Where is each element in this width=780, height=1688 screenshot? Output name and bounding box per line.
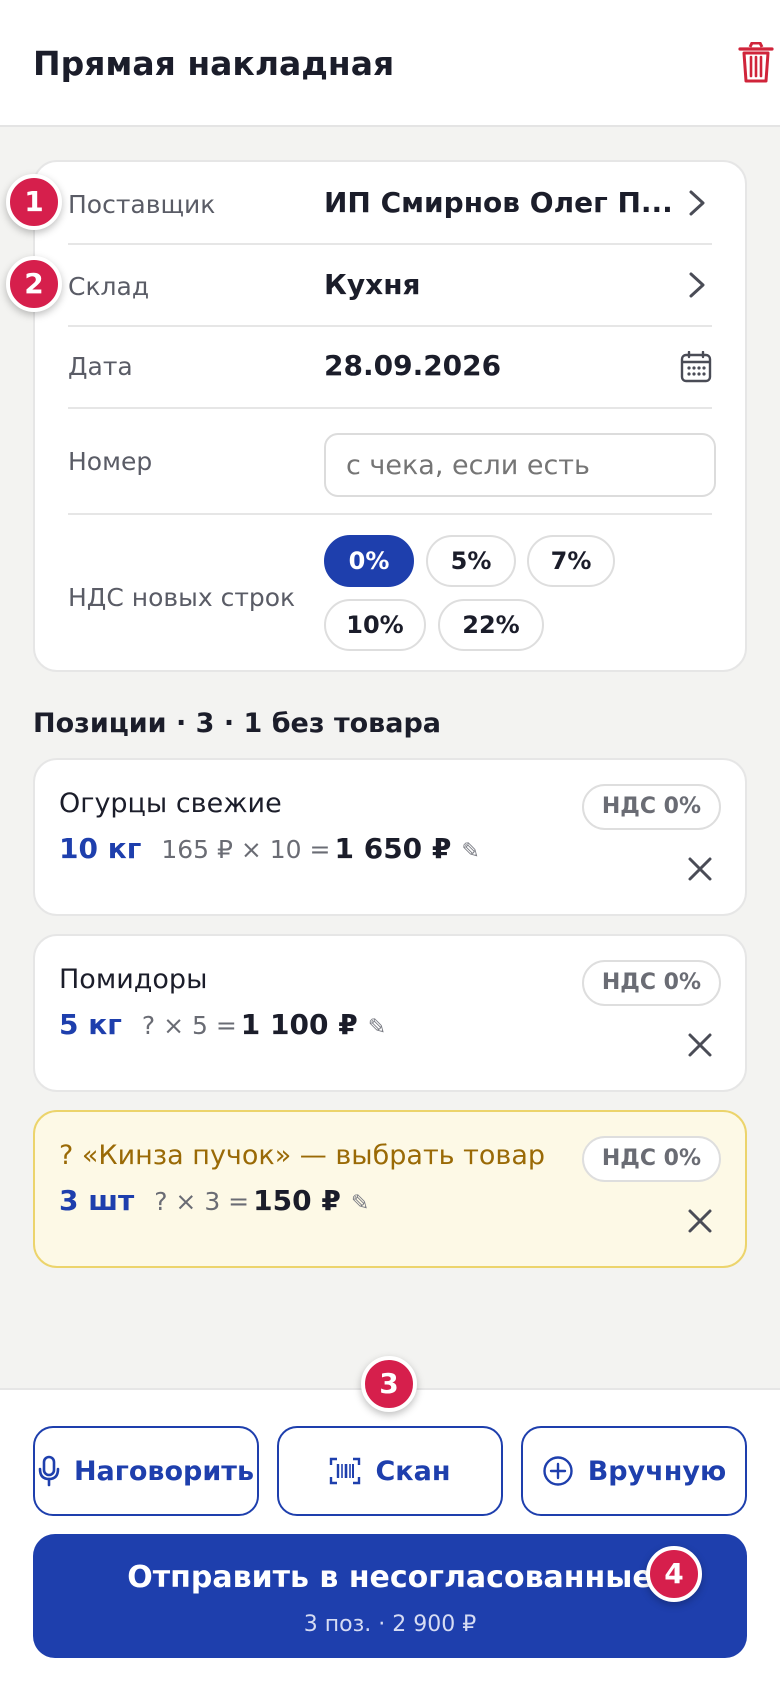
invoice-form-card: Поставщик ИП Смирнов Олег П... Склад Кух… [33, 160, 747, 672]
item-vat-badge[interactable]: НДС 0% [581, 960, 721, 1006]
date-label: Дата [68, 352, 133, 381]
submit-button[interactable]: Отправить в несогласованные 3 поз. · 2 9… [33, 1534, 747, 1658]
vat-option-10[interactable]: 10% [324, 599, 426, 651]
receipt-number-input[interactable] [324, 433, 716, 497]
scan-button-label: Скан [375, 1455, 451, 1487]
edit-icon[interactable]: ✎ [461, 839, 479, 864]
edit-icon[interactable]: ✎ [351, 1191, 369, 1216]
voice-button-label: Наговорить [73, 1455, 255, 1487]
vat-option-5[interactable]: 5% [426, 535, 516, 587]
date-value: 28.09.2026 [324, 349, 502, 382]
vat-label: НДС новых строк [68, 583, 296, 612]
page-title: Прямая накладная [33, 44, 395, 83]
vat-option-7[interactable]: 7% [527, 535, 615, 587]
item-calc: ? × 3 = [154, 1187, 250, 1216]
voice-button[interactable]: Наговорить [33, 1426, 259, 1516]
close-icon[interactable] [687, 1032, 713, 1058]
step-badge-3: 3 [361, 1356, 417, 1412]
item-line: 5 кг ? × 5 = 1 100 ₽ ✎ [59, 1008, 386, 1041]
item-sum: 150 ₽ [253, 1184, 341, 1217]
step-badge-1: 1 [6, 174, 62, 230]
item-calc: 165 ₽ × 10 = [161, 835, 331, 864]
supplier-row[interactable]: Поставщик ИП Смирнов Олег П... [68, 162, 712, 245]
list-item[interactable]: Помидоры 5 кг ? × 5 = 1 100 ₽ ✎ НДС 0% [33, 934, 747, 1092]
item-sum: 1 100 ₽ [240, 1008, 358, 1041]
header: Прямая накладная [0, 0, 780, 127]
number-row: Номер [68, 409, 716, 515]
vat-option-0[interactable]: 0% [324, 535, 414, 587]
item-qty[interactable]: 5 кг [59, 1008, 122, 1041]
vat-option-22[interactable]: 22% [438, 599, 544, 651]
item-name: Помидоры [59, 964, 208, 995]
supplier-label: Поставщик [68, 190, 216, 219]
manual-button-label: Вручную [587, 1455, 727, 1487]
step-badge-2: 2 [6, 256, 62, 312]
calendar-icon[interactable] [680, 351, 712, 383]
trash-icon[interactable] [738, 42, 774, 84]
number-label: Номер [68, 447, 153, 476]
item-calc: ? × 5 = [141, 1011, 237, 1040]
list-item-needs-product[interactable]: ? «Кинза пучок» — выбрать товар 3 шт ? × … [33, 1110, 747, 1268]
warehouse-row[interactable]: Склад Кухня [68, 245, 712, 327]
positions-title: Позиции · 3 · 1 без товара [33, 708, 441, 739]
scan-button[interactable]: Скан [277, 1426, 503, 1516]
item-vat-badge[interactable]: НДС 0% [581, 784, 721, 830]
vat-row: НДС новых строк 0% 5% 7% 10% 22% [68, 515, 712, 670]
list-item[interactable]: Огурцы свежие 10 кг 165 ₽ × 10 = 1 650 ₽ ✎ … [33, 758, 747, 916]
chevron-right-icon [689, 272, 705, 298]
edit-icon[interactable]: ✎ [368, 1015, 386, 1040]
submit-button-summary: 3 поз. · 2 900 ₽ [303, 1612, 477, 1637]
microphone-icon [38, 1455, 60, 1487]
supplier-value: ИП Смирнов Олег П... [324, 186, 673, 219]
manual-button[interactable]: Вручную [521, 1426, 747, 1516]
submit-button-label: Отправить в несогласованные [127, 1560, 653, 1595]
close-icon[interactable] [687, 1208, 713, 1234]
item-sum: 1 650 ₽ [334, 832, 452, 865]
barcode-icon [330, 1457, 361, 1485]
chevron-right-icon [689, 190, 705, 216]
date-row[interactable]: Дата 28.09.2026 [68, 327, 712, 409]
close-icon[interactable] [687, 856, 713, 882]
item-qty[interactable]: 3 шт [59, 1184, 134, 1217]
item-vat-badge[interactable]: НДС 0% [581, 1136, 721, 1182]
item-name[interactable]: ? «Кинза пучок» — выбрать товар [59, 1140, 545, 1171]
warehouse-label: Склад [68, 272, 150, 301]
item-line: 3 шт ? × 3 = 150 ₽ ✎ [59, 1184, 369, 1217]
item-name: Огурцы свежие [59, 788, 282, 819]
step-badge-4: 4 [646, 1546, 702, 1602]
bottom-action-bar: Наговорить Скан Вручную Отправить в несо… [0, 1388, 780, 1688]
item-qty[interactable]: 10 кг [59, 832, 141, 865]
warehouse-value: Кухня [324, 268, 421, 301]
plus-circle-icon [543, 1456, 573, 1486]
item-line: 10 кг 165 ₽ × 10 = 1 650 ₽ ✎ [59, 832, 480, 865]
